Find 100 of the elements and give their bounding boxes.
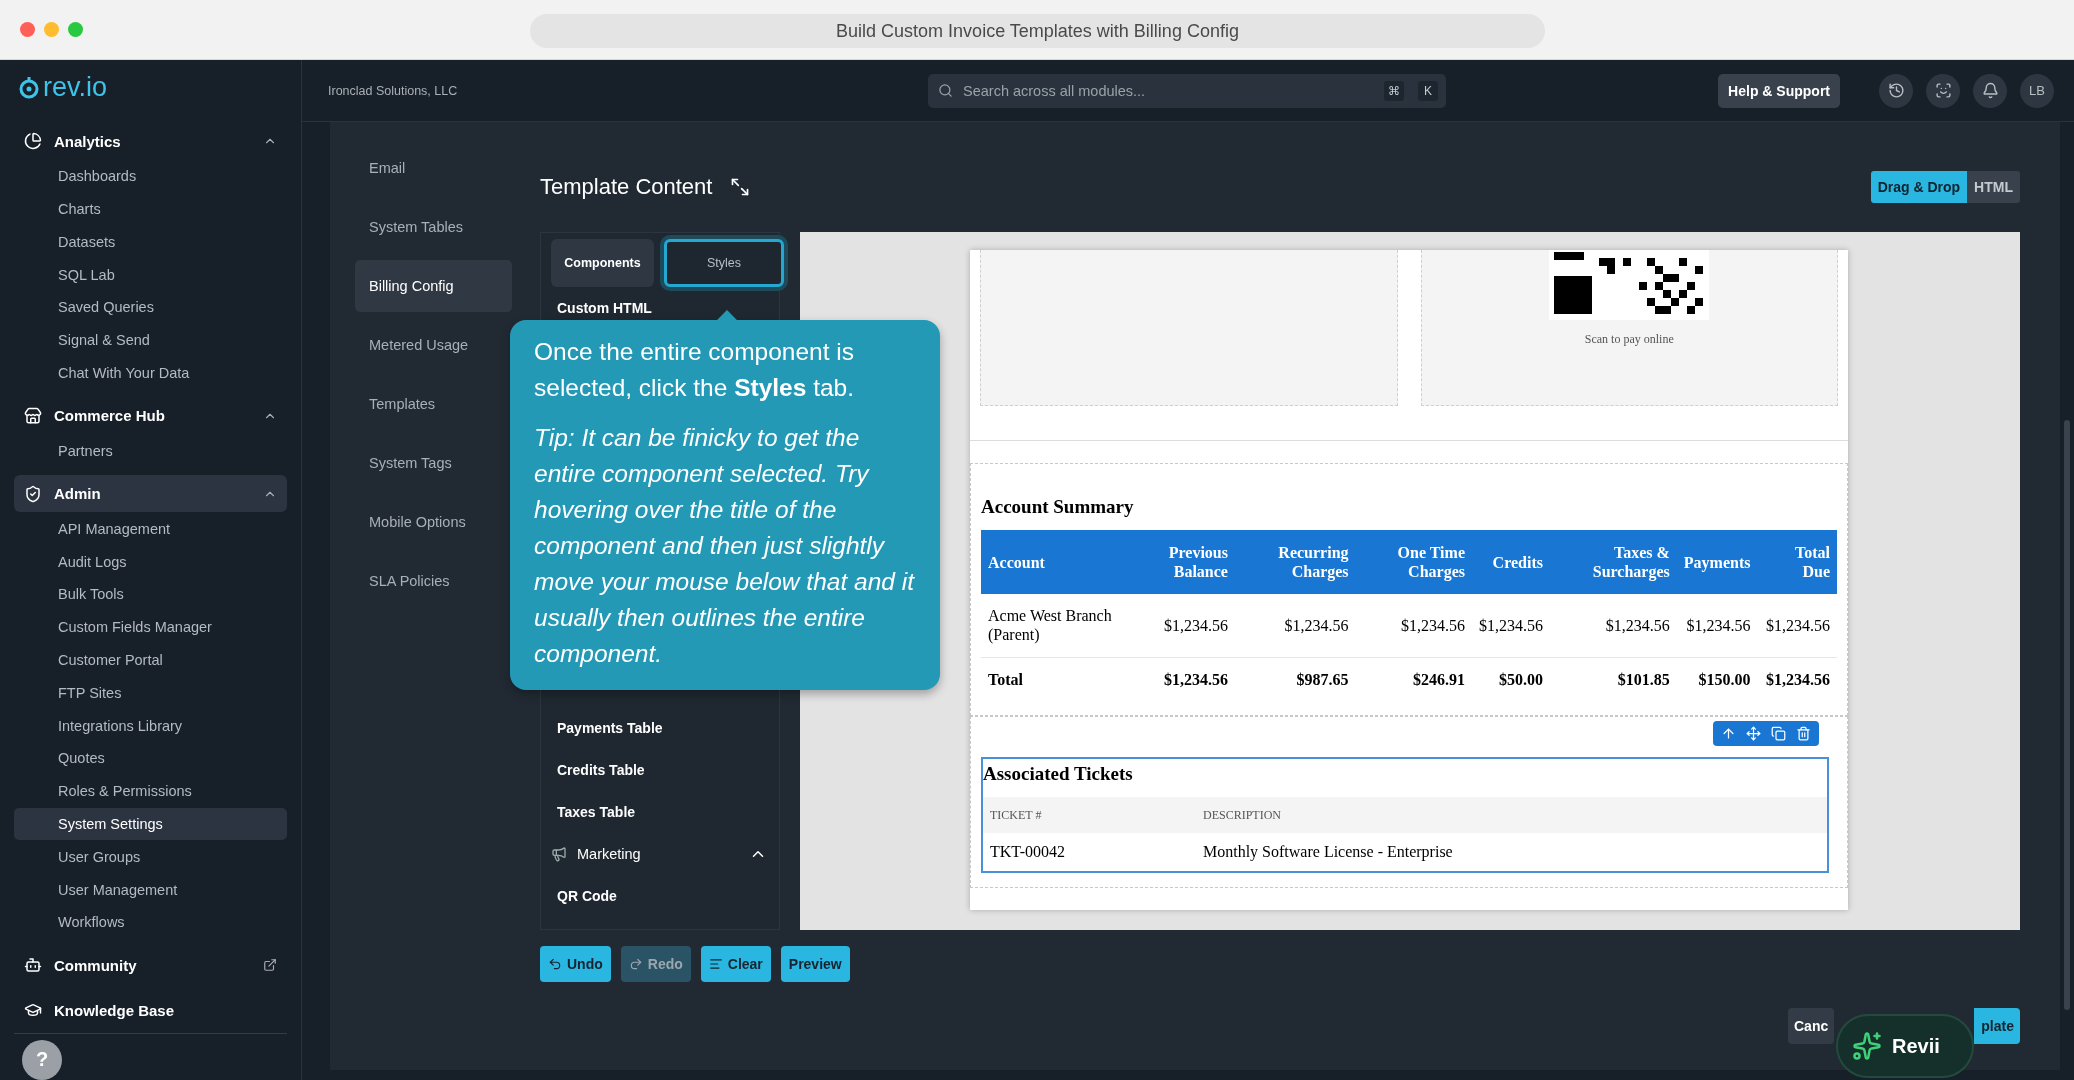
table-cell: Acme West Branch (Parent) — [981, 594, 1125, 657]
sidebar-item[interactable]: Audit Logs — [14, 545, 287, 578]
undo-icon — [548, 957, 562, 971]
sidebar-link[interactable]: Community — [14, 946, 287, 984]
settings-nav-item[interactable]: Email — [355, 142, 512, 194]
search-icon — [938, 83, 953, 98]
mode-tab[interactable]: Drag & Drop — [1870, 171, 1968, 203]
summary-section[interactable] — [970, 463, 1848, 716]
column-header: Previous Balance — [1125, 530, 1235, 594]
lines-icon — [708, 957, 723, 971]
sidebar-item[interactable]: Roles & Permissions — [14, 774, 287, 808]
toolbar-button[interactable]: Clear — [700, 946, 771, 982]
sparkle-icon — [1852, 1031, 1882, 1061]
copy-icon[interactable] — [1771, 726, 1786, 741]
trash-icon[interactable] — [1796, 726, 1811, 741]
expand-icon[interactable] — [730, 177, 751, 197]
sidebar-item[interactable]: Bulk Tools — [14, 577, 287, 611]
column-header: Total Due — [1757, 530, 1837, 594]
close-dot[interactable] — [20, 22, 35, 37]
column-header: Credits — [1472, 530, 1550, 594]
settings-nav-item[interactable]: Templates — [355, 378, 512, 430]
summary-title: Account Summary — [981, 496, 1135, 518]
settings-nav-item[interactable]: SLA Policies — [355, 555, 512, 607]
tickets-title: Associated Tickets — [983, 762, 1134, 786]
search-field[interactable]: Search across all modules... ⌘ K — [928, 73, 1446, 108]
sidebar-section[interactable]: Commerce Hub — [14, 397, 287, 435]
table-cell: $987.65 — [1234, 657, 1356, 701]
sidebar-section[interactable]: Admin — [14, 475, 287, 513]
maximize-dot[interactable] — [68, 22, 83, 37]
company-name: Ironclad Solutions, LLC — [328, 83, 459, 98]
user-avatar[interactable]: LB — [2020, 73, 2054, 108]
sidebar-section[interactable]: Analytics — [14, 122, 287, 160]
column-header: Payments — [1676, 530, 1758, 594]
tickets-component[interactable]: Associated Tickets TICKET # DESCRIPTION TKT-00042 Monthly Software License - Enterprise — [981, 757, 1829, 873]
toolbar-button[interactable]: Undo — [540, 946, 611, 982]
sidebar-item[interactable]: Integrations Library — [14, 709, 287, 742]
cancel-button[interactable]: Canc — [1788, 1008, 1834, 1044]
settings-nav-item[interactable]: Metered Usage — [355, 319, 512, 371]
scan-icon — [1934, 82, 1952, 99]
megaphone-icon — [551, 846, 567, 862]
tickets-section[interactable]: Associated Tickets TICKET # DESCRIPTION TKT-00042 Monthly Software License - Enterprise — [970, 716, 1848, 888]
settings-nav-item[interactable]: Mobile Options — [355, 496, 512, 548]
table-cell: $50.00 — [1472, 657, 1550, 701]
shield-icon — [24, 484, 42, 503]
sidebar-item[interactable]: Chat With Your Data — [14, 356, 287, 390]
table-cell: Total — [981, 657, 1125, 701]
settings-nav-item[interactable]: System Tables — [355, 201, 512, 253]
component-item[interactable]: Taxes Table — [541, 791, 779, 833]
notifications-button[interactable] — [1973, 73, 2007, 108]
column-header: Recurring Charges — [1234, 530, 1356, 594]
sidebar-item[interactable]: System Settings — [14, 807, 287, 841]
settings-nav-item[interactable]: System Tags — [355, 437, 512, 489]
mode-tab[interactable]: HTML — [1967, 171, 2020, 203]
sidebar-item[interactable]: Quotes — [14, 741, 287, 775]
table-cell: $1,234.56 — [1757, 594, 1837, 657]
bell-icon — [1981, 82, 1999, 99]
sidebar-item[interactable]: Customer Portal — [14, 643, 287, 677]
column-header: One Time Charges — [1355, 530, 1472, 594]
table-cell: $1,234.56 — [1472, 594, 1550, 657]
settings-nav-item[interactable]: Billing Config — [355, 260, 512, 312]
component-toolbar[interactable] — [1713, 721, 1819, 746]
logo[interactable]: rev.io — [14, 60, 287, 115]
save-button[interactable]: plate — [1974, 1008, 2020, 1044]
component-item[interactable]: Payments Table — [541, 707, 779, 749]
table-cell: Monthly Software License - Enterprise — [1196, 833, 1827, 871]
column-header: Account — [981, 530, 1125, 594]
sidebar-item[interactable]: Saved Queries — [14, 290, 287, 324]
help-support-button[interactable]: Help & Support — [1718, 73, 1840, 108]
column-header: Taxes & Surcharges — [1550, 530, 1677, 594]
table-cell: $1,234.56 — [1757, 657, 1837, 701]
sidebar-item[interactable]: Custom Fields Manager — [14, 610, 287, 644]
sidebar-item[interactable]: Partners — [14, 434, 287, 468]
component-group[interactable]: Marketing — [541, 833, 779, 875]
sidebar-link[interactable]: Knowledge Base — [14, 991, 287, 1029]
scan-button[interactable] — [1926, 73, 1960, 108]
component-item[interactable]: Credits Table — [541, 749, 779, 791]
history-button[interactable] — [1879, 73, 1913, 108]
sidebar-item[interactable]: API Management — [14, 512, 287, 546]
toolbar-button[interactable]: Preview — [780, 946, 850, 982]
scrollbar[interactable] — [2064, 420, 2070, 1010]
pie-chart-icon — [24, 132, 42, 151]
minimize-dot[interactable] — [44, 22, 59, 37]
assistant-button[interactable]: Revii — [1836, 1014, 1974, 1078]
sidebar-item[interactable]: Workflows — [14, 905, 287, 939]
sidebar-item[interactable]: Datasets — [14, 225, 287, 259]
move-icon[interactable] — [1746, 726, 1761, 741]
section-title: Template Content — [540, 174, 713, 200]
robot-icon — [24, 956, 42, 975]
sidebar-item[interactable]: SQL Lab — [14, 258, 287, 291]
sidebar-item[interactable]: Signal & Send — [14, 323, 287, 357]
component-item[interactable]: QR Code — [541, 875, 779, 917]
panel-tab[interactable]: Components — [551, 239, 654, 287]
shortcut-key: ⌘ — [1384, 80, 1404, 101]
table-cell: $1,234.56 — [1355, 594, 1472, 657]
table-cell: $1,234.56 — [1234, 594, 1356, 657]
sidebar-item[interactable]: User Management — [14, 873, 287, 906]
sidebar-item[interactable]: Dashboards — [14, 159, 287, 193]
sidebar-item[interactable]: Charts — [14, 192, 287, 226]
sidebar-item[interactable]: FTP Sites — [14, 676, 287, 710]
sidebar-item[interactable]: User Groups — [14, 840, 287, 874]
